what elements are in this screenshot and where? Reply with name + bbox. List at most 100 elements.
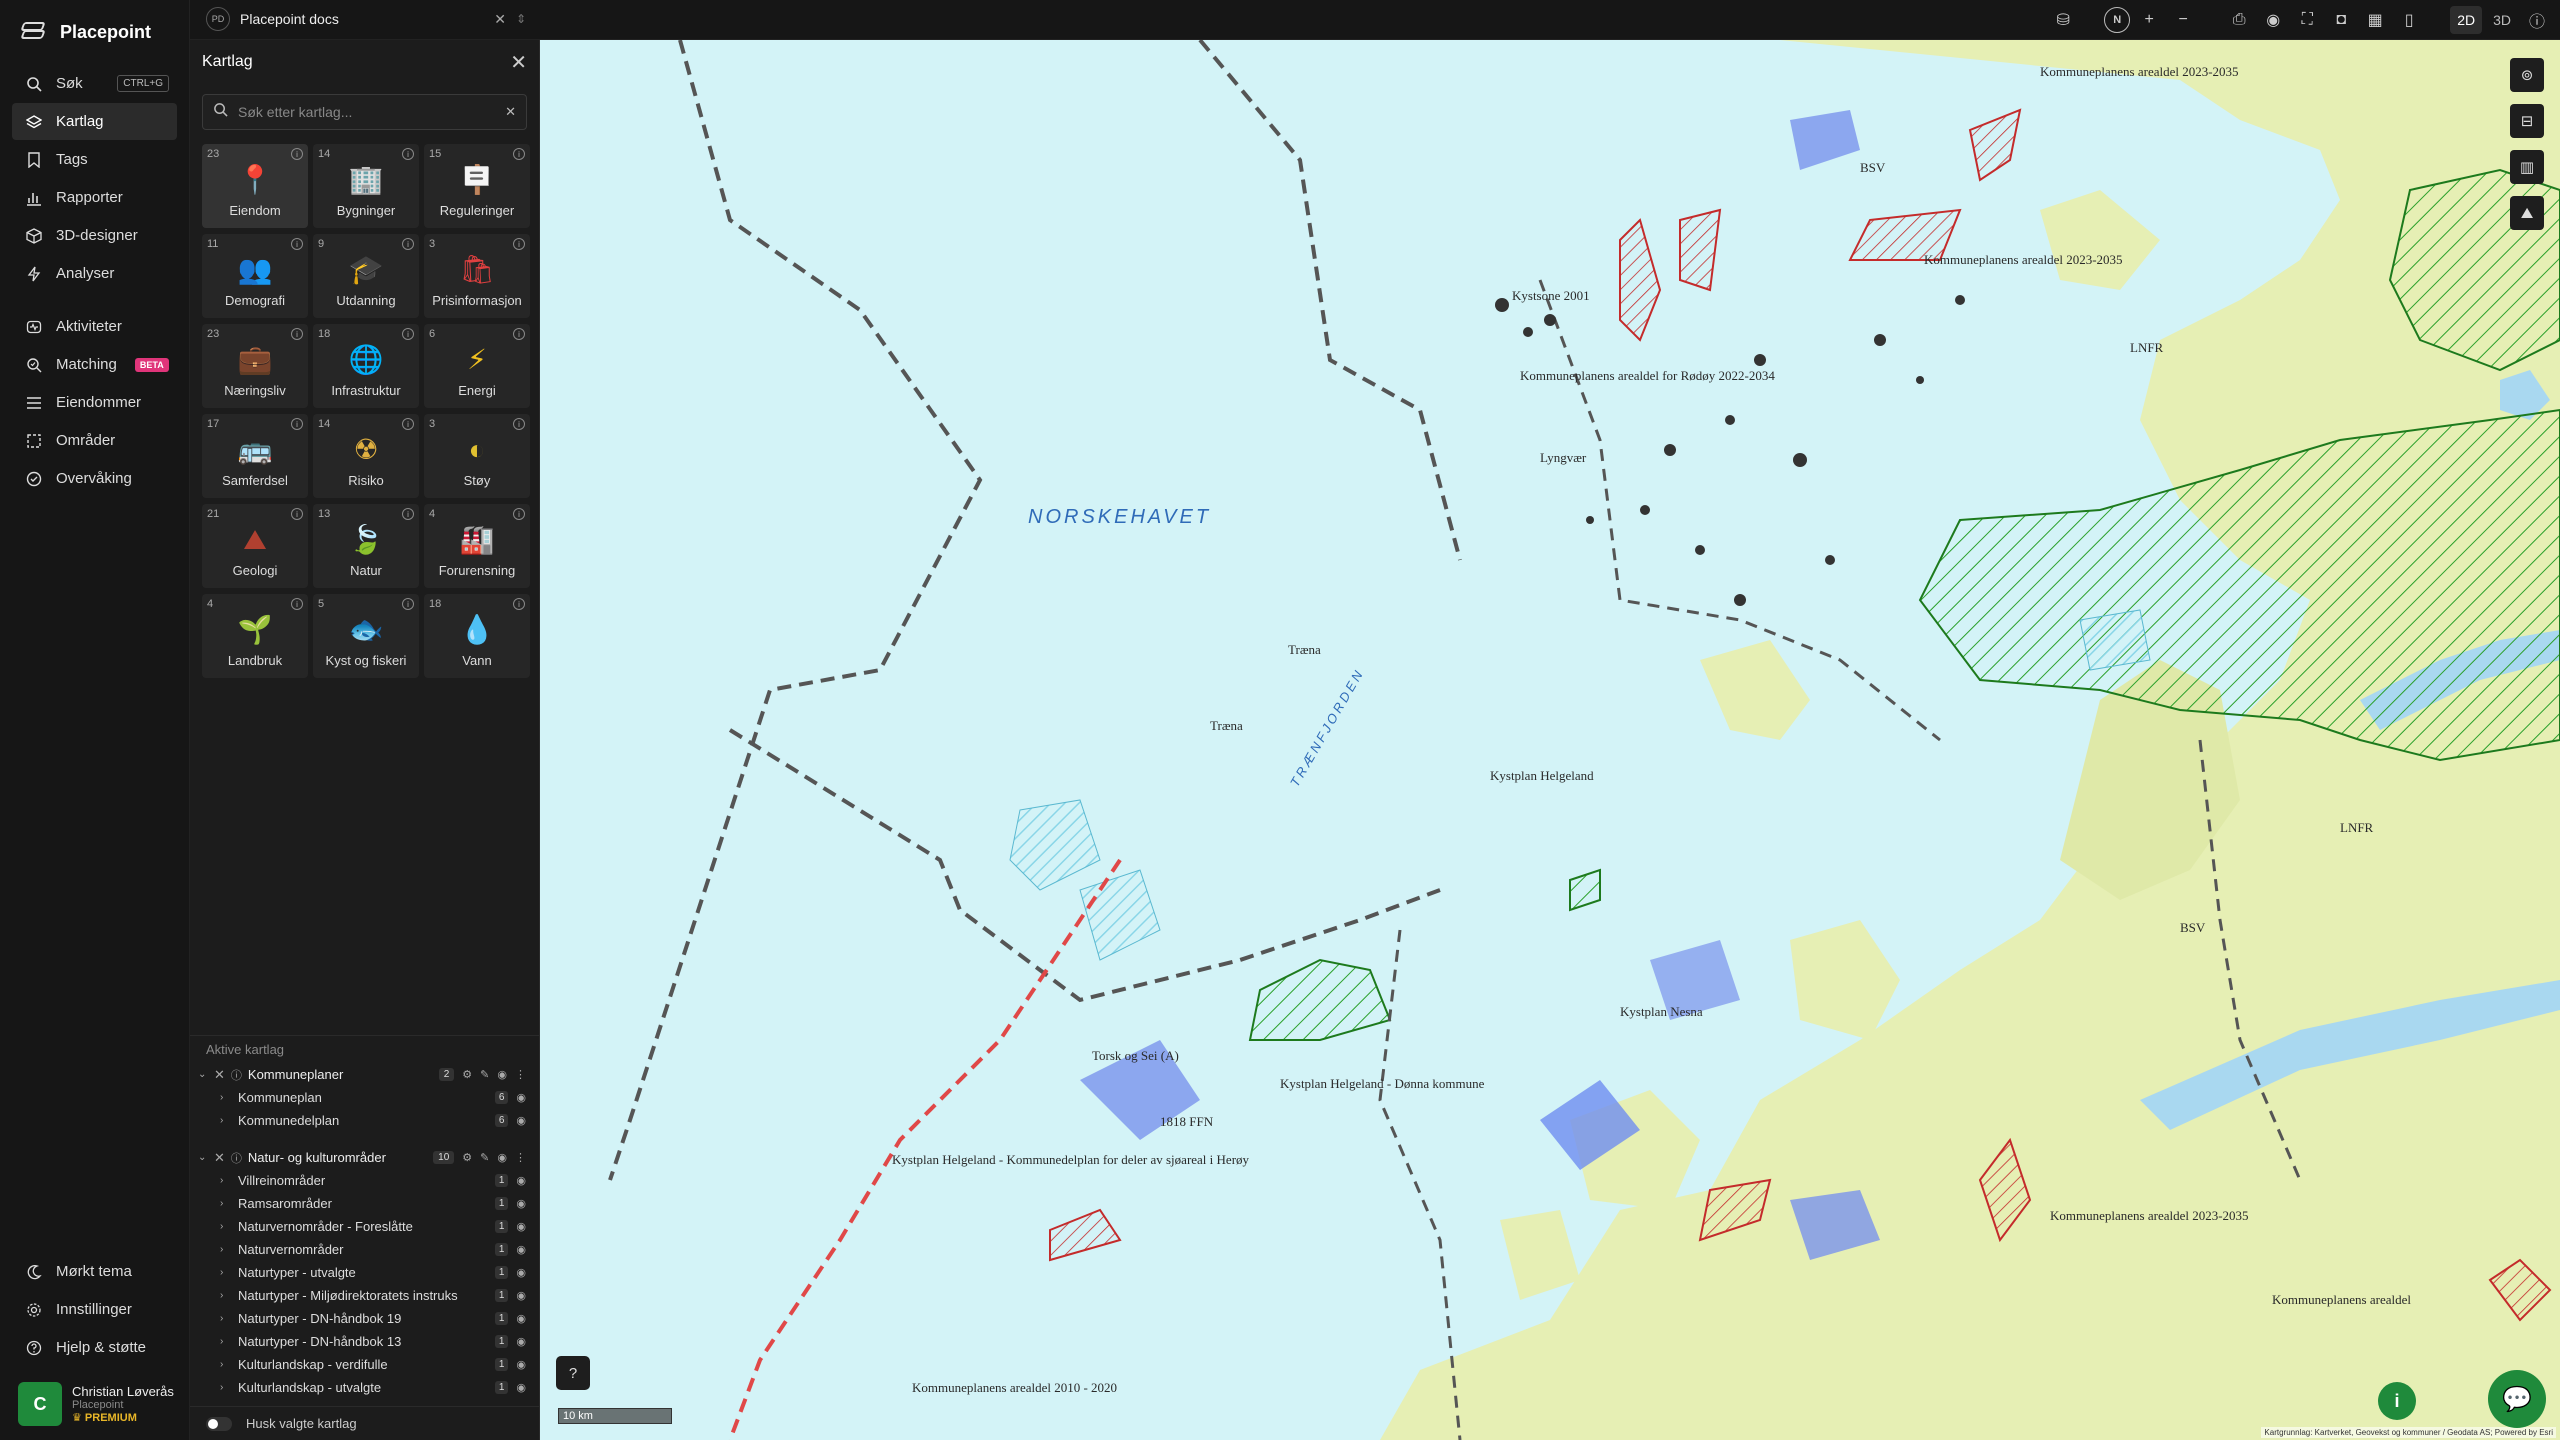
category-tile[interactable]: 4 i 🌱 Landbruk xyxy=(202,594,308,678)
eye-icon[interactable]: ◉ xyxy=(516,1174,526,1187)
category-tile[interactable]: 18 i 💧 Vann xyxy=(424,594,530,678)
category-tile[interactable]: 5 i 🐟 Kyst og fiskeri xyxy=(313,594,419,678)
edit-icon[interactable]: ✎ xyxy=(480,1151,489,1164)
category-tile[interactable]: 21 i ⛰ Geologi xyxy=(202,504,308,588)
nav-item-matching[interactable]: Matching BETA xyxy=(12,346,177,383)
eye-icon[interactable]: ◉ xyxy=(516,1266,526,1279)
user-profile[interactable]: C Christian Løverås Placepoint ♛ PREMIUM xyxy=(18,1382,178,1426)
nav-item-overvaking[interactable]: Overvåking xyxy=(12,460,177,497)
grid-icon[interactable]: ▦ xyxy=(2360,6,2390,34)
category-tile[interactable]: 18 i 🌐 Infrastruktur xyxy=(313,324,419,408)
view-3d-button[interactable]: 3D xyxy=(2486,6,2518,34)
chevron-right-icon[interactable]: › xyxy=(220,1382,230,1393)
info-icon[interactable]: i xyxy=(513,598,525,610)
category-tile[interactable]: 11 i 👥 Demografi xyxy=(202,234,308,318)
layer-row[interactable]: › Naturtyper - Miljødirektoratets instruk… xyxy=(190,1284,540,1307)
category-tile[interactable]: 14 i ☢ Risiko xyxy=(313,414,419,498)
info-icon[interactable]: i xyxy=(291,238,303,250)
chevron-right-icon[interactable]: › xyxy=(220,1198,230,1209)
layer-row[interactable]: › Villreinområder 1 ◉ xyxy=(190,1169,540,1192)
alert-icon[interactable]: ⓘ xyxy=(2522,6,2552,34)
info-icon[interactable]: i xyxy=(513,418,525,430)
remove-icon[interactable]: ✕ xyxy=(214,1150,225,1166)
fullscreen-icon[interactable]: ⛶ xyxy=(2292,6,2322,34)
category-tile[interactable]: 23 i 💼 Næringsliv xyxy=(202,324,308,408)
chevron-right-icon[interactable]: › xyxy=(220,1336,230,1347)
layer-row[interactable]: › Kommunedelplan 6 ◉ xyxy=(190,1109,540,1132)
layer-row[interactable]: › Naturvernområder 1 ◉ xyxy=(190,1238,540,1261)
eye-icon[interactable]: ◉ xyxy=(516,1335,526,1348)
zoom-out-icon[interactable]: − xyxy=(2168,6,2198,34)
nav-item-rapporter[interactable]: Rapporter xyxy=(12,179,177,216)
compass-button[interactable]: N xyxy=(2104,7,2131,33)
category-tile[interactable]: 3 i ◐ Støy xyxy=(424,414,530,498)
nav-item-eiendommer[interactable]: Eiendommer xyxy=(12,384,177,421)
info-icon[interactable]: i xyxy=(291,508,303,520)
close-panel-icon[interactable]: ✕ xyxy=(510,50,527,75)
category-tile[interactable]: 4 i 🏭 Forurensning xyxy=(424,504,530,588)
category-tile[interactable]: 17 i 🚌 Samferdsel xyxy=(202,414,308,498)
remember-toggle[interactable] xyxy=(206,1416,232,1431)
nav-item-analyser[interactable]: Analyser xyxy=(12,255,177,292)
remove-icon[interactable]: ✕ xyxy=(214,1067,225,1083)
info-icon[interactable]: i xyxy=(402,148,414,160)
info-icon[interactable]: i xyxy=(291,148,303,160)
eye-icon[interactable]: ◉ xyxy=(516,1312,526,1325)
layer-row[interactable]: › Naturtyper - DN-håndbok 13 1 ◉ xyxy=(190,1330,540,1353)
layer-row[interactable]: › Naturtyper - DN-håndbok 19 1 ◉ xyxy=(190,1307,540,1330)
info-icon[interactable]: i xyxy=(402,418,414,430)
eye-icon[interactable]: ◉ xyxy=(516,1197,526,1210)
layer-row[interactable]: › Naturvernområder - Foreslåtte 1 ◉ xyxy=(190,1215,540,1238)
info-icon[interactable]: ⓘ xyxy=(231,1067,242,1083)
chart-icon[interactable]: ▥ xyxy=(2510,150,2544,184)
category-tile[interactable]: 23 i 📍 Eiendom xyxy=(202,144,308,228)
view-2d-button[interactable]: 2D xyxy=(2450,6,2483,34)
info-icon[interactable]: i xyxy=(402,328,414,340)
info-icon[interactable]: i xyxy=(513,508,525,520)
layer-row[interactable]: › Kulturlandskap - utvalgte 1 ◉ xyxy=(190,1376,540,1399)
nav-item-tags[interactable]: Tags xyxy=(12,141,177,178)
info-icon[interactable]: i xyxy=(513,328,525,340)
eye-icon[interactable]: ◉ xyxy=(516,1114,526,1127)
category-tile[interactable]: 3 i 🛍 Prisinformasjon xyxy=(424,234,530,318)
chevron-right-icon[interactable]: › xyxy=(220,1290,230,1301)
eye-icon[interactable]: ◉ xyxy=(516,1358,526,1371)
chevron-right-icon[interactable]: › xyxy=(220,1221,230,1232)
category-tile[interactable]: 15 i 🪧 Reguleringer xyxy=(424,144,530,228)
info-icon[interactable]: i xyxy=(2378,1382,2416,1420)
chevron-right-icon[interactable]: › xyxy=(220,1359,230,1370)
zoom-in-icon[interactable]: + xyxy=(2134,6,2164,34)
chat-icon[interactable]: 💬 xyxy=(2488,1370,2546,1428)
eye-icon[interactable]: ◉ xyxy=(516,1289,526,1302)
layer-search-input[interactable] xyxy=(238,104,496,120)
bookmark-icon[interactable]: ▯ xyxy=(2394,6,2424,34)
settings-icon[interactable]: ⚙ xyxy=(462,1068,472,1081)
chevron-down-icon[interactable]: ⌄ xyxy=(198,1069,208,1080)
eye-icon[interactable]: ◉ xyxy=(2258,6,2288,34)
terrain-icon[interactable]: ⛰ xyxy=(2510,196,2544,230)
measure-icon[interactable]: ⊟ xyxy=(2510,104,2544,138)
info-icon[interactable]: ⓘ xyxy=(231,1150,242,1166)
nav-item-omrader[interactable]: Områder xyxy=(12,422,177,459)
category-tile[interactable]: 14 i 🏢 Bygninger xyxy=(313,144,419,228)
close-icon[interactable]: ✕ xyxy=(494,11,506,28)
info-icon[interactable]: i xyxy=(402,598,414,610)
nav-item-settings[interactable]: Innstillinger xyxy=(12,1291,178,1328)
eye-icon[interactable]: ◉ xyxy=(497,1151,507,1164)
info-icon[interactable]: i xyxy=(402,508,414,520)
settings-icon[interactable]: ⚙ xyxy=(462,1151,472,1164)
eye-icon[interactable]: ◉ xyxy=(497,1068,507,1081)
document-selector[interactable]: PD Placepoint docs ✕ ⇕ xyxy=(206,7,526,31)
nav-item-dark-theme[interactable]: Mørkt tema xyxy=(12,1253,178,1290)
eye-icon[interactable]: ◉ xyxy=(516,1381,526,1394)
map-canvas[interactable]: NORSKEHAVET TRÆNFJORDEN Kystsone 2001 Ko… xyxy=(540,40,2560,1440)
info-icon[interactable]: i xyxy=(402,238,414,250)
info-icon[interactable]: i xyxy=(291,418,303,430)
info-icon[interactable]: i xyxy=(291,328,303,340)
chevron-right-icon[interactable]: › xyxy=(220,1115,230,1126)
chevron-updown-icon[interactable]: ⇕ xyxy=(516,12,526,26)
info-icon[interactable]: i xyxy=(513,238,525,250)
layer-info-icon[interactable]: ⊚ xyxy=(2510,58,2544,92)
chevron-down-icon[interactable]: ⌄ xyxy=(198,1152,208,1163)
layer-row[interactable]: › Ramsarområder 1 ◉ xyxy=(190,1192,540,1215)
